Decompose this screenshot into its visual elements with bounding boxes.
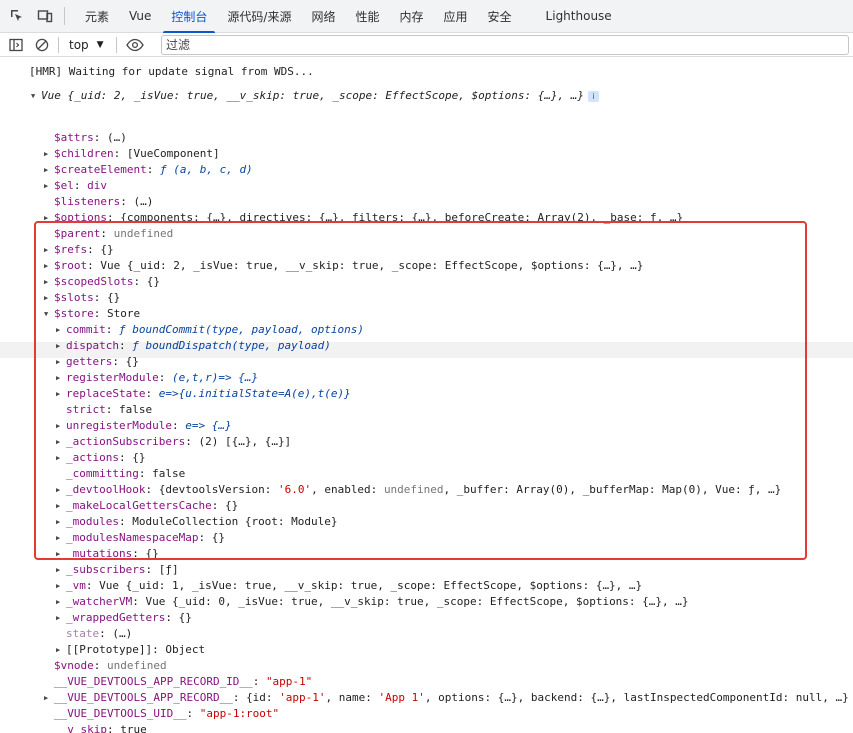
property-key: __v_skip xyxy=(54,723,107,733)
devtools-tabbar: 元素 Vue 控制台 源代码/来源 网络 性能 内存 应用 安全 Lighthouse xyxy=(0,0,853,34)
property-row[interactable]: ▶ _vm: Vue {_uid: 1, _isVue: true, __v_sk… xyxy=(56,578,642,594)
property-key: _vm xyxy=(66,579,86,592)
property-key: __VUE_DEVTOOLS_UID__ xyxy=(54,707,187,720)
property-row[interactable]: state: (…) xyxy=(56,626,132,642)
property-value: div xyxy=(87,179,107,192)
inspect-element-icon[interactable] xyxy=(6,5,28,27)
property-value: Vue {_uid: 0, _isVue: true, __v_skip: tr… xyxy=(145,595,689,608)
filter-input[interactable]: 过滤 xyxy=(161,35,849,55)
console-toolbar: top ▼ 过滤 xyxy=(0,33,853,57)
property-value: "app-1:root" xyxy=(199,707,280,720)
property-value: true xyxy=(120,723,147,733)
live-expression-eye-icon[interactable] xyxy=(125,35,145,55)
tab-2[interactable]: 控制台 xyxy=(161,0,217,34)
property-row[interactable]: ▶ [[Prototype]]: Object xyxy=(56,642,205,658)
caret-right-icon[interactable]: ▶ xyxy=(56,610,66,626)
property-value: (…) xyxy=(133,195,154,208)
vue-object-summary[interactable]: ▼ Vue {_uid: 2, _isVue: true, __v_skip: t… xyxy=(31,88,600,104)
tab-6[interactable]: 内存 xyxy=(390,0,434,33)
property-row[interactable]: ▶ __VUE_DEVTOOLS_APP_RECORD__: {id: 'app-… xyxy=(44,690,849,706)
caret-right-icon[interactable]: ▶ xyxy=(56,578,66,594)
store-highlight-box xyxy=(34,221,807,560)
property-key: _watcherVM xyxy=(66,595,133,608)
property-key: _subscribers xyxy=(66,563,146,576)
sidebar-toggle-icon[interactable] xyxy=(6,35,26,55)
property-key: $vnode xyxy=(54,659,94,672)
property-row[interactable]: $listeners: (…) xyxy=(44,194,153,210)
toolbar-divider xyxy=(115,36,117,53)
caret-right-icon[interactable]: ▶ xyxy=(56,562,66,578)
context-selector-label: top xyxy=(69,37,89,52)
property-value: 'app-1' xyxy=(279,691,326,704)
property-key: $listeners xyxy=(54,195,121,208)
property-value: {} xyxy=(178,611,192,624)
property-row[interactable]: __VUE_DEVTOOLS_UID__: "app-1:root" xyxy=(44,706,279,722)
tab-lighthouse[interactable]: Lighthouse xyxy=(536,0,622,33)
tab-4[interactable]: 网络 xyxy=(301,0,345,33)
caret-right-icon[interactable]: ▶ xyxy=(44,690,54,706)
chevron-down-icon: ▼ xyxy=(96,39,104,50)
property-value: [ƒ] xyxy=(158,563,179,576)
property-key: _wrappedGetters xyxy=(66,611,166,624)
device-toolbar-icon[interactable] xyxy=(34,5,56,27)
clear-console-icon[interactable] xyxy=(32,35,52,55)
property-value: , options: {…}, backend: {…}, lastInspec… xyxy=(424,691,849,704)
property-value: , name: xyxy=(325,691,379,704)
property-value: (…) xyxy=(112,627,133,640)
info-icon[interactable]: i xyxy=(588,91,600,102)
property-row[interactable]: $attrs: (…) xyxy=(44,130,127,146)
caret-right-icon[interactable]: ▶ xyxy=(44,146,54,162)
property-value: ƒ (a, b, c, d) xyxy=(159,163,253,176)
toolbar-divider xyxy=(58,36,59,53)
property-row[interactable]: ▶ _watcherVM: Vue {_uid: 0, _isVue: true,… xyxy=(56,594,689,610)
toolbar-divider xyxy=(64,7,65,25)
tab-8[interactable]: 安全 xyxy=(478,0,522,33)
property-key: __VUE_DEVTOOLS_APP_RECORD__ xyxy=(54,691,233,704)
property-key: state xyxy=(66,627,100,640)
caret-right-icon[interactable]: ▶ xyxy=(56,594,66,610)
tab-3[interactable]: 源代码/来源 xyxy=(217,0,301,33)
log-message: [HMR] Waiting for update signal from WDS… xyxy=(29,64,314,80)
property-row[interactable]: __VUE_DEVTOOLS_APP_RECORD_ID__: "app-1" xyxy=(44,674,312,690)
property-key: $children xyxy=(54,147,114,160)
tab-7[interactable]: 应用 xyxy=(434,0,478,33)
property-value: {id: xyxy=(246,691,280,704)
tab-5[interactable]: 性能 xyxy=(345,0,389,33)
tab-1[interactable]: Vue xyxy=(119,0,161,33)
property-value: (…) xyxy=(107,131,127,144)
property-key: __VUE_DEVTOOLS_APP_RECORD_ID__ xyxy=(54,675,253,688)
context-selector[interactable]: top ▼ xyxy=(69,38,104,52)
caret-right-icon[interactable]: ▶ xyxy=(56,642,66,658)
property-value: 'App 1' xyxy=(378,691,425,704)
property-row[interactable]: ▶ $el: div xyxy=(44,178,107,194)
property-value: undefined xyxy=(107,659,167,672)
property-key: $el xyxy=(54,179,74,192)
vue-summary-text: Vue {_uid: 2, _isVue: true, __v_skip: tr… xyxy=(41,89,585,102)
property-row[interactable]: __v_skip: true xyxy=(44,722,147,733)
caret-down-icon[interactable]: ▼ xyxy=(31,88,41,104)
property-value: Vue {_uid: 1, _isVue: true, __v_skip: tr… xyxy=(99,579,643,592)
hmr-message-text: [HMR] Waiting for update signal from WDS… xyxy=(29,65,314,78)
property-row[interactable]: ▶ _subscribers: [ƒ] xyxy=(56,562,179,578)
property-row[interactable]: ▶ $createElement: ƒ (a, b, c, d) xyxy=(44,162,253,178)
property-row[interactable]: ▶ $children: [VueComponent] xyxy=(44,146,220,162)
caret-right-icon[interactable]: ▶ xyxy=(44,178,54,194)
property-value: Object xyxy=(165,643,206,656)
property-key: [[Prototype]] xyxy=(66,643,153,656)
property-value: [VueComponent] xyxy=(126,147,220,160)
property-row[interactable]: ▶ _wrappedGetters: {} xyxy=(56,610,192,626)
property-key: $createElement xyxy=(54,163,147,176)
property-row[interactable]: $vnode: undefined xyxy=(44,658,167,674)
property-value: "app-1" xyxy=(265,675,313,688)
property-key: $attrs xyxy=(54,131,94,144)
tab-0[interactable]: 元素 xyxy=(75,0,119,33)
caret-right-icon[interactable]: ▶ xyxy=(44,162,54,178)
